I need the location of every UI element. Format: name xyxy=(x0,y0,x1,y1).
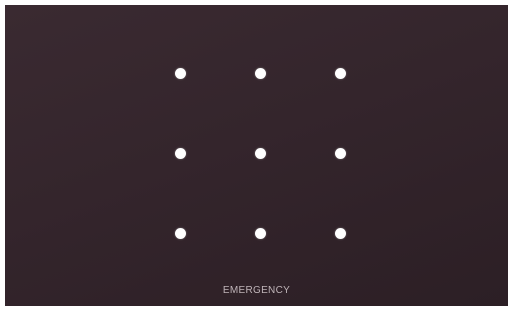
pattern-dot-7[interactable] xyxy=(175,228,186,239)
lock-screen: EMERGENCY xyxy=(5,5,508,306)
pattern-dot-1[interactable] xyxy=(175,68,186,79)
pattern-grid[interactable] xyxy=(5,5,508,306)
pattern-dot-3[interactable] xyxy=(335,68,346,79)
pattern-dot-5[interactable] xyxy=(255,148,266,159)
pattern-dot-4[interactable] xyxy=(175,148,186,159)
pattern-dot-2[interactable] xyxy=(255,68,266,79)
pattern-dot-9[interactable] xyxy=(335,228,346,239)
emergency-button[interactable]: EMERGENCY xyxy=(5,285,508,296)
pattern-dot-8[interactable] xyxy=(255,228,266,239)
pattern-dot-6[interactable] xyxy=(335,148,346,159)
